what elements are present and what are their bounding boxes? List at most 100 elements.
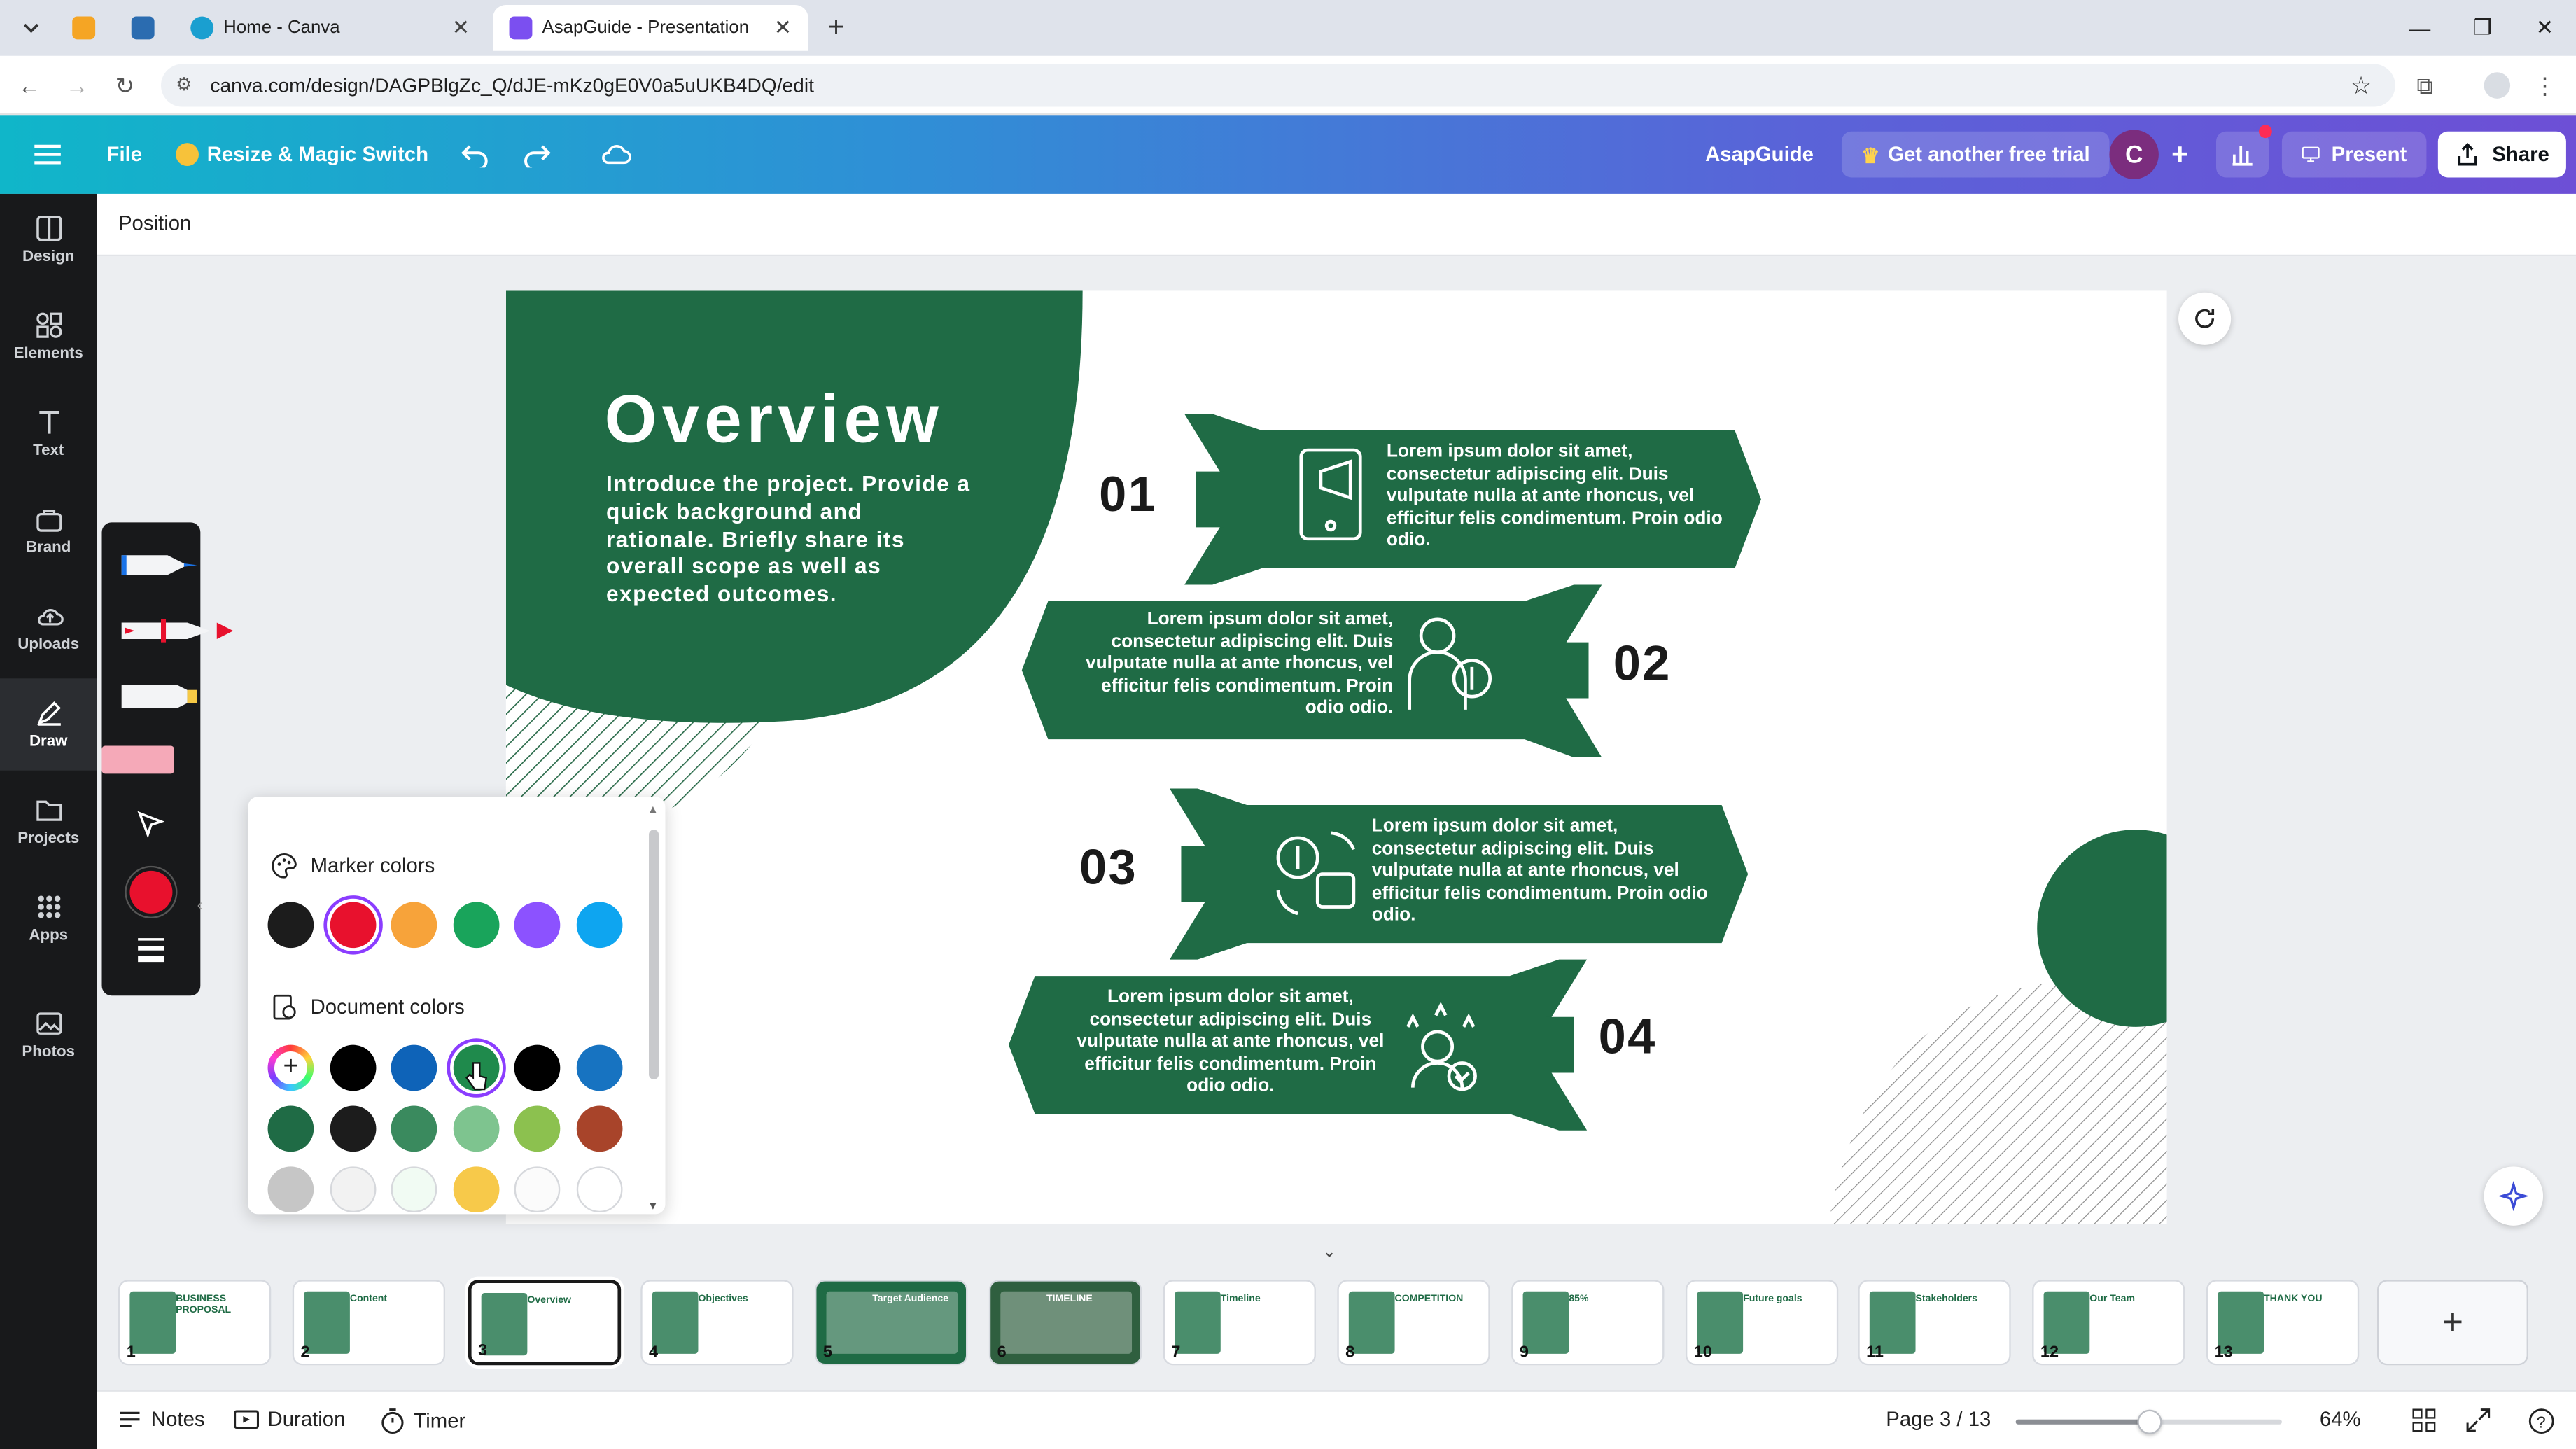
free-trial-button[interactable]: ♛ Get another free trial [1841, 131, 2110, 178]
new-tab-button[interactable]: + [815, 8, 858, 48]
marker-color-swatch[interactable] [514, 902, 561, 948]
back-icon[interactable]: ← [15, 71, 44, 100]
sidebar-item-text[interactable]: Text [0, 388, 97, 479]
position-button[interactable]: Position [118, 212, 191, 235]
profile-icon[interactable] [2482, 71, 2512, 100]
file-menu-button[interactable]: File [107, 132, 143, 178]
document-color-swatch[interactable] [452, 1166, 499, 1213]
eraser-tool[interactable] [102, 741, 178, 777]
highlighter-tool[interactable] [118, 678, 197, 715]
duration-button[interactable]: Duration [233, 1408, 345, 1431]
sidebar-item-photos[interactable]: Photos [0, 989, 97, 1081]
help-button[interactable]: ? [2528, 1408, 2555, 1434]
extensions-icon[interactable]: ⧉ [2410, 71, 2440, 100]
select-tool[interactable] [134, 808, 167, 841]
marker-color-swatch[interactable] [267, 902, 314, 948]
document-color-swatch[interactable] [514, 1166, 561, 1213]
pinned-tab-1[interactable] [62, 8, 105, 48]
sidebar-item-uploads[interactable]: Uploads [0, 582, 97, 673]
item-number-03[interactable]: 03 [1079, 841, 1138, 897]
document-color-swatch[interactable] [329, 1044, 376, 1091]
save-status-button[interactable] [600, 132, 633, 178]
page-thumbnail[interactable]: THANK YOU 13 [2206, 1280, 2360, 1366]
bookmark-star-icon[interactable]: ☆ [2350, 71, 2372, 100]
page-thumbnail[interactable]: Timeline 7 [1163, 1280, 1316, 1366]
document-color-swatch[interactable] [391, 1044, 438, 1091]
collapse-panel-icon[interactable]: ‹ [197, 897, 214, 933]
document-color-swatch[interactable] [391, 1166, 438, 1213]
page-thumbnail[interactable]: Target Audience 5 [815, 1280, 968, 1366]
grid-view-button[interactable] [2412, 1408, 2436, 1432]
marker-color-swatch[interactable] [391, 902, 438, 948]
marker-color-swatch[interactable] [329, 902, 376, 948]
main-menu-button[interactable] [29, 132, 66, 178]
palette-scrollbar[interactable]: ▲ ▼ [648, 805, 661, 1212]
reload-icon[interactable]: ↻ [110, 71, 139, 100]
sidebar-item-projects[interactable]: Projects [0, 776, 97, 867]
magic-assistant-button[interactable] [2484, 1166, 2544, 1226]
zoom-level-button[interactable]: 64% [2320, 1408, 2361, 1431]
team-name[interactable]: AsapGuide [1705, 132, 1814, 178]
item-number-02[interactable]: 02 [1614, 638, 1672, 694]
marker-color-swatch[interactable] [575, 902, 622, 948]
zoom-slider[interactable] [2015, 1409, 2282, 1434]
item-text-02[interactable]: Lorem ipsum dolor sit amet, consectetur … [1068, 610, 1393, 722]
item-text-01[interactable]: Lorem ipsum dolor sit amet, consectetur … [1387, 442, 1728, 554]
document-color-swatch[interactable] [514, 1044, 561, 1091]
item-text-04[interactable]: Lorem ipsum dolor sit amet, consectetur … [1065, 988, 1396, 1100]
restore-icon[interactable]: ❐ [2453, 10, 2512, 46]
page-thumbnail[interactable]: 85% 9 [1511, 1280, 1665, 1366]
document-color-swatch[interactable] [575, 1166, 622, 1213]
tab-home-canva[interactable]: Home - Canva ✕ [174, 5, 486, 51]
stroke-weight-button[interactable] [134, 937, 167, 963]
invite-button[interactable]: + [2164, 132, 2197, 178]
page-thumbnail[interactable]: TIMELINE 6 [988, 1280, 1142, 1366]
add-page-button[interactable]: + [2377, 1280, 2528, 1366]
forward-icon[interactable]: → [62, 71, 92, 100]
document-color-swatch[interactable] [452, 1105, 499, 1152]
tab-asapguide[interactable]: AsapGuide - Presentation ✕ [493, 5, 808, 51]
zoom-slider-handle[interactable] [2137, 1409, 2162, 1434]
sidebar-item-brand[interactable]: Brand [0, 484, 97, 576]
marker-tool[interactable] [118, 612, 234, 649]
sidebar-item-draw[interactable]: Draw [0, 678, 97, 771]
browser-menu-icon[interactable]: ⋮ [2530, 71, 2559, 100]
share-button[interactable]: Share [2437, 131, 2566, 178]
document-color-swatch[interactable] [267, 1166, 314, 1213]
undo-button[interactable] [460, 132, 489, 178]
document-color-swatch[interactable] [391, 1105, 438, 1152]
add-color-button[interactable]: + [267, 1044, 314, 1091]
expand-pages-icon[interactable]: ⌄ [1322, 1244, 1336, 1262]
current-color-button[interactable] [130, 870, 173, 913]
regenerate-button[interactable] [2178, 292, 2232, 345]
page-thumbnail[interactable]: COMPETITION 8 [1337, 1280, 1490, 1366]
document-color-swatch[interactable] [575, 1105, 622, 1152]
resize-magic-switch-button[interactable]: Resize & Magic Switch [176, 132, 428, 178]
page-thumbnail[interactable]: Stakeholders 11 [1858, 1280, 2011, 1366]
item-text-03[interactable]: Lorem ipsum dolor sit amet, consectetur … [1372, 816, 1710, 928]
fullscreen-button[interactable] [2466, 1408, 2491, 1432]
sidebar-item-design[interactable]: Design [0, 194, 97, 286]
present-button[interactable]: Present [2281, 131, 2427, 178]
sidebar-item-elements[interactable]: Elements [0, 290, 97, 382]
slide-intro-text[interactable]: Introduce the project. Provide a quick b… [606, 472, 971, 610]
notes-button[interactable]: Notes [117, 1408, 205, 1431]
site-info-icon[interactable]: ⚙ [176, 74, 192, 95]
url-field[interactable]: ⚙ canva.com/design/DAGPBlgZc_Q/dJE-mKz0g… [161, 64, 2395, 107]
slide-title[interactable]: Overview [605, 381, 944, 458]
close-tab-icon[interactable]: ✕ [774, 15, 792, 41]
document-color-swatch[interactable] [329, 1105, 376, 1152]
slide-canvas[interactable]: Overview Introduce the project. Provide … [505, 290, 2167, 1224]
page-thumbnail[interactable]: Our Team 12 [2032, 1280, 2185, 1366]
page-thumbnail[interactable]: Objectives 4 [640, 1280, 794, 1366]
close-window-icon[interactable]: ✕ [2515, 10, 2574, 46]
page-indicator[interactable]: Page 3 / 13 [1886, 1408, 1991, 1431]
pinned-tab-2[interactable] [122, 8, 164, 48]
page-thumbnail[interactable]: Content 2 [292, 1280, 446, 1366]
timer-button[interactable]: Timer [379, 1408, 465, 1434]
minimize-icon[interactable]: — [2390, 10, 2449, 46]
avatar[interactable]: C [2109, 130, 2159, 179]
page-thumbnail[interactable]: Future goals 10 [1685, 1280, 1839, 1366]
page-thumbnail[interactable]: BUSINESS PROPOSAL 1 [118, 1280, 272, 1366]
document-color-swatch[interactable] [514, 1105, 561, 1152]
